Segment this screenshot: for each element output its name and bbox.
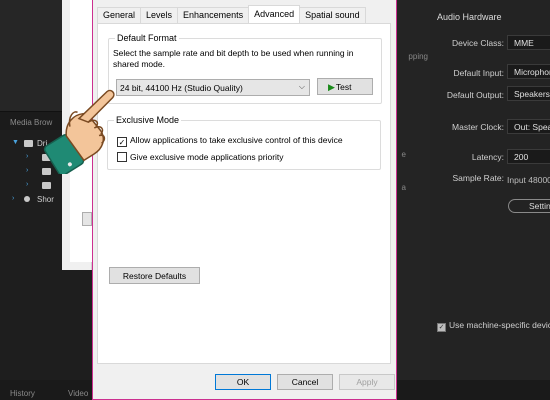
host-mid-strip: pping e a [396,0,430,400]
pointing-hand-icon [43,89,115,174]
chevron-down-icon: ⌵ [298,82,305,91]
default-input-select[interactable]: Microphon [507,64,550,79]
allow-exclusive-row[interactable]: ✓ Allow applications to take exclusive co… [117,135,343,147]
sample-rate-value: Input 48000 [507,175,550,185]
priority-row[interactable]: Give exclusive mode applications priorit… [117,152,284,162]
master-clock-select[interactable]: Out: Speak [507,119,550,134]
default-input-label: Default Input: [453,68,504,78]
restore-defaults-button[interactable]: Restore Defaults [109,267,200,284]
machine-specific-checkbox[interactable]: ✓ [437,323,446,332]
tab-video[interactable]: Video [68,389,88,398]
test-button-label: Test [335,82,352,92]
shortcut-icon [24,196,30,202]
ok-button[interactable]: OK [215,374,271,390]
tab-levels[interactable]: Levels [140,7,179,23]
default-output-select[interactable]: Speakers / [507,86,550,101]
tab-strip: General Levels Enhancements Advanced Spa… [97,5,366,23]
apply-button[interactable]: Apply [339,374,395,390]
tab-enhancements[interactable]: Enhancements [177,7,250,23]
machine-specific-row[interactable]: ✓ Use machine-specific devic [437,320,550,332]
priority-label: Give exclusive mode applications priorit… [130,152,284,162]
latency-select[interactable]: 200 [507,149,550,164]
latency-label: Latency: [471,152,504,162]
sound-properties-dialog: General Levels Enhancements Advanced Spa… [92,0,397,400]
tab-advanced[interactable]: Advanced [248,5,301,23]
master-clock-label: Master Clock: [452,122,504,132]
tab-general[interactable]: General [97,7,142,23]
audio-hardware-title: Audio Hardware [437,12,502,22]
settings-button[interactable]: Settin [508,199,550,213]
audio-hardware-panel: Audio Hardware Device Class: MME Default… [430,0,550,380]
drive-icon [42,182,51,189]
machine-specific-label: Use machine-specific devic [449,320,550,330]
sample-rate-label: Sample Rate: [452,173,505,183]
sample-format-select[interactable]: 24 bit, 44100 Hz (Studio Quality) ⌵ [116,79,310,96]
tab-history[interactable]: History [10,389,35,398]
play-icon: ▶ [328,82,335,92]
advanced-tab-panel: Default Format Select the sample rate an… [97,23,391,364]
test-button[interactable]: ▶Test [317,78,373,95]
cancel-button[interactable]: Cancel [277,374,333,390]
default-format-title: Default Format [115,33,179,43]
tab-spatial-sound[interactable]: Spatial sound [299,7,366,23]
device-class-label: Device Class: [452,38,504,48]
device-class-select[interactable]: MME [507,35,550,50]
default-output-label: Default Output: [446,90,504,100]
allow-exclusive-label: Allow applications to take exclusive con… [130,135,343,145]
sample-format-value: 24 bit, 44100 Hz (Studio Quality) [120,83,243,93]
default-format-description: Select the sample rate and bit depth to … [113,48,354,69]
